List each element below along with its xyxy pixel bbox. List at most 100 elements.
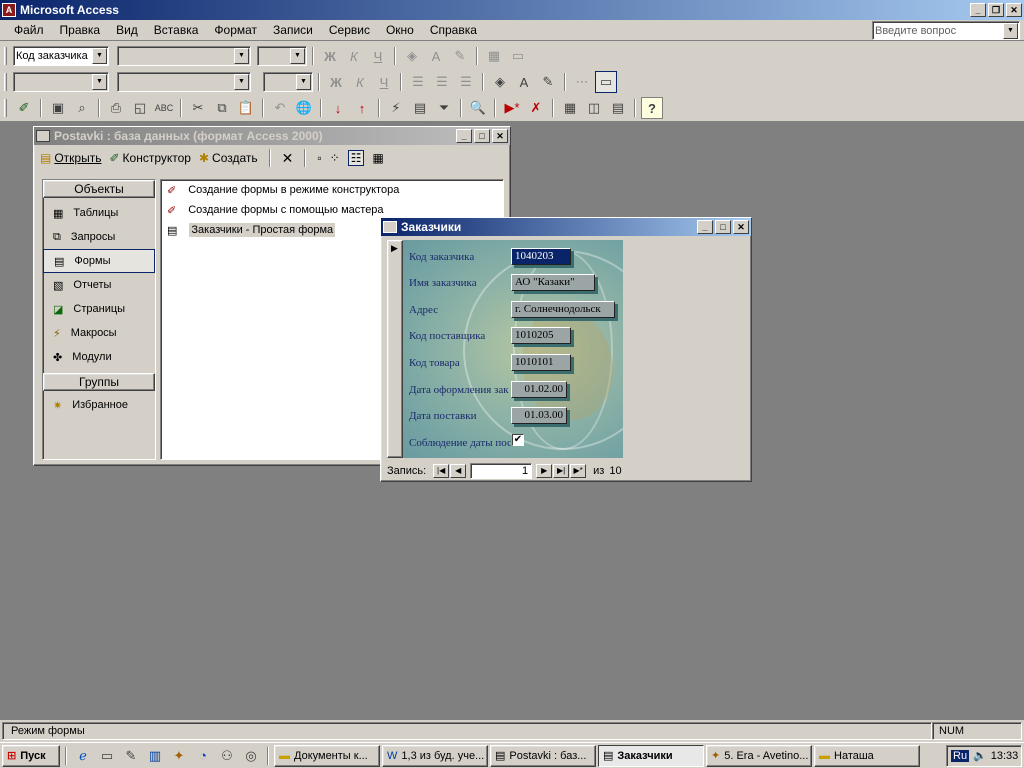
chevron-down-icon[interactable]: ▼ — [290, 48, 305, 64]
minimize-button[interactable]: _ — [970, 3, 986, 17]
nav-forms[interactable]: ▤ Формы — [43, 249, 155, 273]
nav-pages[interactable]: ◪ Страницы — [43, 297, 155, 321]
objects-header-button[interactable]: Объекты — [43, 180, 155, 198]
product-code-field[interactable]: 1010101 — [511, 354, 571, 371]
word-quick-icon[interactable]: ▥ — [144, 745, 166, 767]
date-compliance-checkbox[interactable]: ✔ — [512, 434, 524, 446]
underline-icon[interactable]: Ч — [373, 71, 395, 93]
print-preview-icon[interactable]: ◱ — [129, 97, 151, 119]
disk-icon[interactable]: ◎ — [240, 745, 262, 767]
customer-code-field[interactable]: 1040203 — [511, 248, 571, 265]
font-color-icon[interactable]: A — [425, 45, 447, 67]
menu-format[interactable]: Формат — [206, 23, 265, 37]
bold-icon[interactable]: Ж — [319, 45, 341, 67]
database-window-icon[interactable]: ◫ — [583, 97, 605, 119]
sort-descending-icon[interactable]: ↑ — [351, 97, 373, 119]
view-design-icon[interactable]: ✐ — [13, 97, 35, 119]
menu-insert[interactable]: Вставка — [146, 23, 207, 37]
menu-window[interactable]: Окно — [378, 23, 422, 37]
help-question-input[interactable]: Введите вопрос ▼ — [872, 21, 1020, 40]
menu-tools[interactable]: Сервис — [321, 23, 378, 37]
apply-filter-icon[interactable]: ⏷ — [433, 97, 455, 119]
menu-records[interactable]: Записи — [265, 23, 321, 37]
nav-modules[interactable]: ✤ Модули — [43, 345, 155, 369]
chevron-down-icon[interactable]: ▼ — [92, 74, 107, 90]
line-width-icon[interactable]: ⋯ — [571, 71, 593, 93]
next-record-button[interactable]: ▶ — [536, 464, 553, 478]
properties-icon[interactable]: ▦ — [559, 97, 581, 119]
fill-color-icon[interactable]: ◈ — [401, 45, 423, 67]
find-icon[interactable]: 🔍 — [467, 97, 489, 119]
language-indicator[interactable]: Ru — [951, 749, 970, 762]
nav-reports[interactable]: ▧ Отчеты — [43, 273, 155, 297]
last-record-button[interactable]: ▶| — [553, 464, 570, 478]
line-color-icon[interactable]: ✎ — [449, 45, 471, 67]
internet-explorer-icon[interactable]: ℯ — [72, 745, 94, 767]
filter-selection-icon[interactable]: ⚡ — [385, 97, 407, 119]
align-right-icon[interactable]: ☰ — [455, 71, 477, 93]
bold-icon[interactable]: Ж — [325, 71, 347, 93]
nav-tables[interactable]: ▦ Таблицы — [43, 201, 155, 225]
restore-button[interactable]: ❐ — [988, 3, 1004, 17]
border-style-icon[interactable]: ▭ — [507, 45, 529, 67]
network-icon[interactable]: ⚇ — [216, 745, 238, 767]
search-icon[interactable]: ⌕ — [71, 97, 93, 119]
italic-icon[interactable]: К — [349, 71, 371, 93]
messenger-icon[interactable]: ◔ — [192, 745, 214, 767]
save-icon[interactable]: ▣ — [47, 97, 69, 119]
chevron-down-icon[interactable]: ▼ — [1003, 23, 1018, 39]
font-combo[interactable]: ▼ — [117, 46, 251, 66]
notepad-icon[interactable]: ✎ — [120, 745, 142, 767]
help-icon[interactable]: ? — [641, 97, 663, 119]
task-customers-form[interactable]: ▤ Заказчики — [598, 744, 704, 767]
task-era-avetino[interactable]: ✦ 5. Era - Avetino... — [706, 744, 812, 767]
list-item[interactable]: ✐ Создание формы в режиме конструктора — [161, 180, 503, 200]
task-word-document[interactable]: W 1,3 из буд. уче... — [382, 744, 488, 767]
font-size-combo[interactable]: ▼ — [257, 46, 307, 66]
print-icon[interactable]: ⎙ — [105, 97, 127, 119]
open-button[interactable]: ▤ Открыть — [40, 151, 101, 165]
font-color-icon[interactable]: A — [513, 71, 535, 93]
menu-help[interactable]: Справка — [422, 23, 485, 37]
task-documents[interactable]: ▬ Документы к... — [274, 744, 380, 767]
line-color-icon[interactable]: ✎ — [537, 71, 559, 93]
previous-record-button[interactable]: ◀ — [450, 464, 467, 478]
groups-header-button[interactable]: Группы — [43, 373, 155, 391]
align-left-icon[interactable]: ☰ — [407, 71, 429, 93]
align-center-icon[interactable]: ☰ — [431, 71, 453, 93]
new-object-icon[interactable]: ▤ — [607, 97, 629, 119]
supplier-code-field[interactable]: 1010205 — [511, 327, 571, 344]
delete-record-icon[interactable]: ✗ — [525, 97, 547, 119]
create-button[interactable]: ✱ Создать — [199, 151, 258, 165]
large-icons-icon[interactable]: ▫ — [317, 151, 321, 165]
menu-view[interactable]: Вид — [108, 23, 146, 37]
font-size-combo-2[interactable]: ▼ — [263, 72, 313, 92]
tools-icon[interactable]: ✦ — [168, 745, 190, 767]
database-window-title-bar[interactable]: Postavki : база данных (формат Access 20… — [34, 127, 510, 145]
grid-icon[interactable]: ▦ — [483, 45, 505, 67]
record-number-input[interactable]: 1 — [470, 463, 533, 479]
sort-ascending-icon[interactable]: ↓ — [327, 97, 349, 119]
object-combo[interactable]: Код заказчика ▼ — [13, 46, 109, 66]
task-natasha-folder[interactable]: ▬ Наташа — [814, 744, 920, 767]
chevron-down-icon[interactable]: ▼ — [92, 48, 107, 64]
cut-icon[interactable]: ✂ — [187, 97, 209, 119]
minimize-button[interactable]: _ — [456, 129, 472, 143]
fill-color-icon[interactable]: ◈ — [489, 71, 511, 93]
underline-icon[interactable]: Ч — [367, 45, 389, 67]
details-view-icon[interactable]: ▦ — [372, 151, 383, 165]
object-combo-2[interactable]: ▼ — [13, 72, 109, 92]
new-record-nav-button[interactable]: ▶* — [570, 464, 587, 478]
form-window-title-bar[interactable]: Заказчики _ □ ✕ — [381, 218, 751, 236]
maximize-button[interactable]: □ — [474, 129, 490, 143]
design-button[interactable]: ✐ Конструктор — [109, 151, 190, 165]
menu-file[interactable]: Файл — [6, 23, 52, 37]
minimize-button[interactable]: _ — [697, 220, 713, 234]
nav-queries[interactable]: ⧉ Запросы — [43, 225, 155, 249]
order-date-field[interactable]: 01.02.00 — [511, 381, 567, 398]
volume-icon[interactable]: 🔈 — [973, 749, 987, 762]
customer-name-field[interactable]: АО "Казаки" — [511, 274, 595, 291]
italic-icon[interactable]: К — [343, 45, 365, 67]
spelling-icon[interactable]: ABC — [153, 97, 175, 119]
hyperlink-icon[interactable]: 🌐 — [293, 97, 315, 119]
